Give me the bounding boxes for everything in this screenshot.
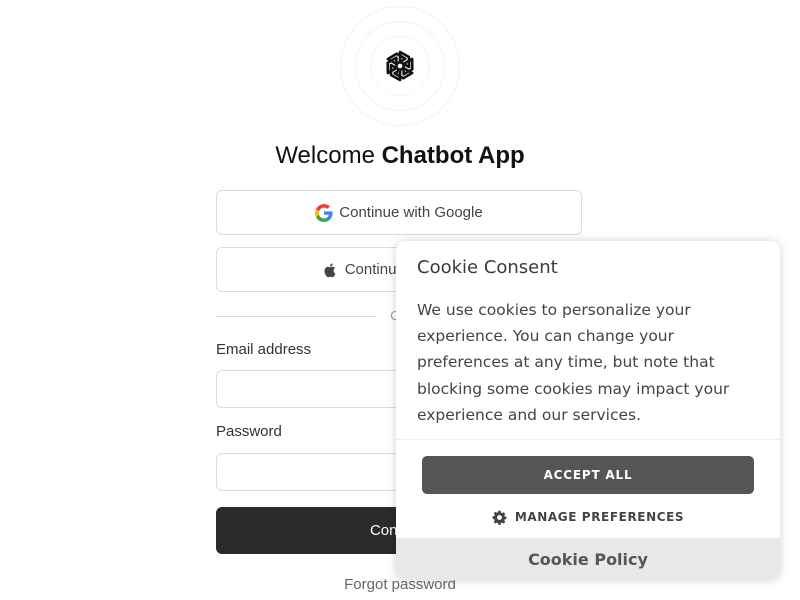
welcome-text: Welcome <box>275 142 375 169</box>
accept-all-button[interactable]: ACCEPT ALL <box>422 456 754 494</box>
logo <box>340 6 460 126</box>
divider-left <box>216 316 376 317</box>
google-button-label: Continue with Google <box>339 204 483 221</box>
cookie-consent-dialog: Cookie Consent We use cookies to persona… <box>396 241 780 580</box>
apple-icon <box>324 262 336 277</box>
manage-preferences-label: MANAGE PREFERENCES <box>514 510 685 524</box>
cookie-description: We use cookies to personalize your exper… <box>417 301 730 424</box>
cookie-policy-link[interactable]: Cookie Policy <box>396 538 780 580</box>
app-name: Chatbot App <box>381 142 525 169</box>
gear-icon <box>492 510 507 525</box>
password-label: Password <box>216 423 282 440</box>
google-g-icon <box>315 203 333 222</box>
page-title: Welcome Chatbot App <box>0 141 800 171</box>
openai-knot-icon <box>386 50 414 82</box>
continue-with-google-button[interactable]: Continue with Google <box>216 190 582 235</box>
email-label: Email address <box>216 341 312 358</box>
cookie-title: Cookie Consent <box>417 257 558 278</box>
cookie-separator <box>396 439 780 440</box>
manage-preferences-button[interactable]: MANAGE PREFERENCES <box>396 507 780 527</box>
